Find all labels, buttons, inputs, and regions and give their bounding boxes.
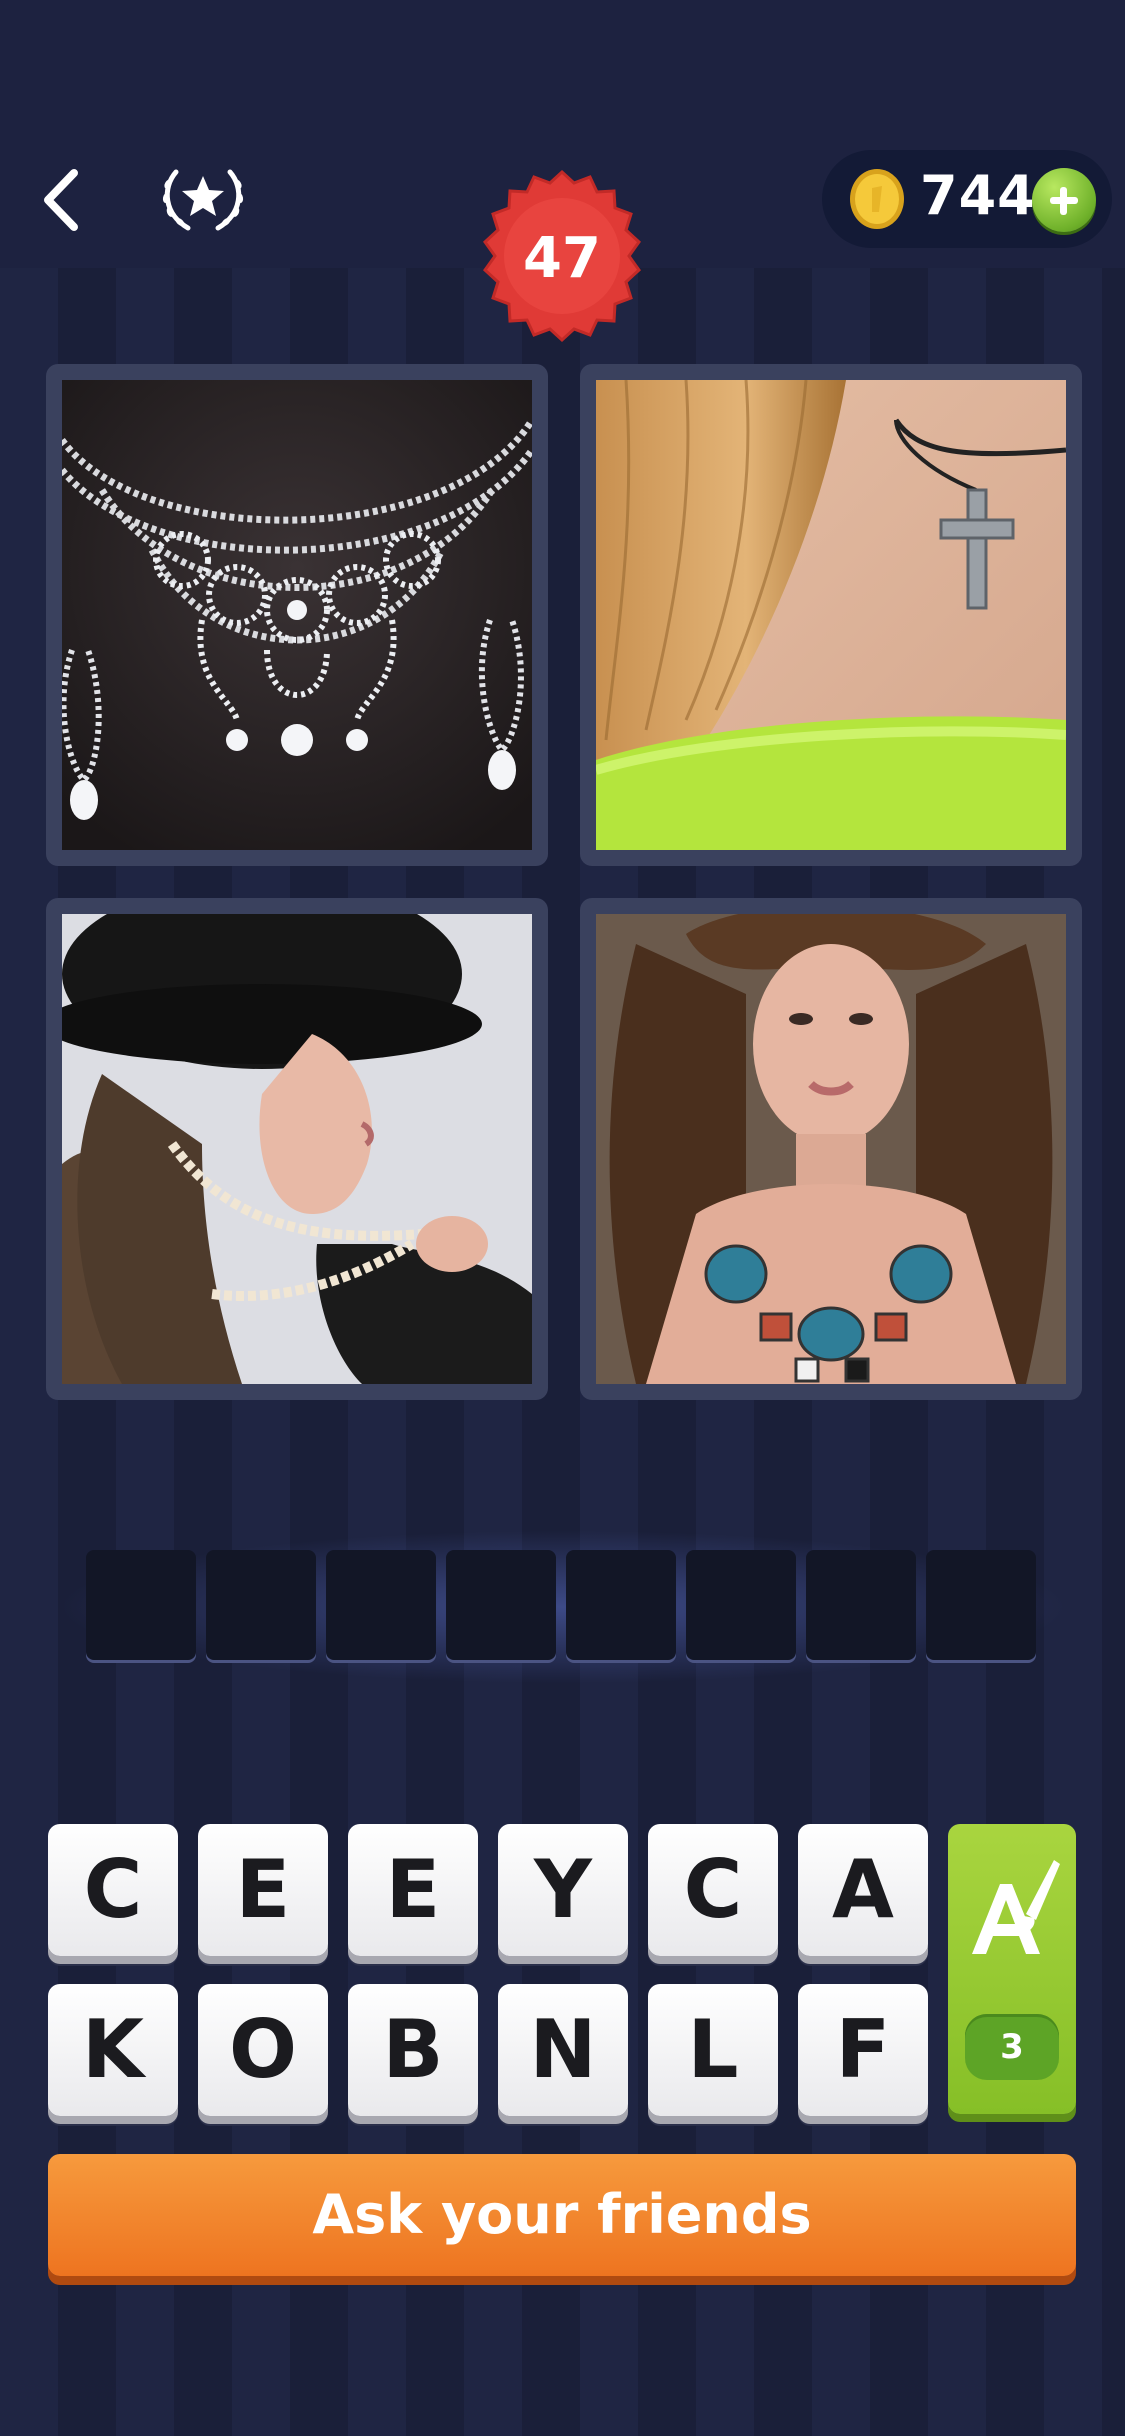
- answer-slot[interactable]: [566, 1550, 676, 1660]
- answer-slot[interactable]: [926, 1550, 1036, 1660]
- diamond-necklace-image: [62, 380, 532, 850]
- letter-key[interactable]: B: [348, 1984, 478, 2116]
- puzzle-image-4[interactable]: [580, 898, 1082, 1400]
- fur-hat-pearls-image: [62, 914, 532, 1384]
- stone-necklace-image: [596, 914, 1066, 1384]
- letter-key[interactable]: L: [648, 1984, 778, 2116]
- letter-key[interactable]: A: [798, 1824, 928, 1956]
- coin-count: 744: [920, 164, 1036, 227]
- letter-key[interactable]: C: [48, 1824, 178, 1956]
- answer-slot[interactable]: [326, 1550, 436, 1660]
- letter-key[interactable]: E: [348, 1824, 478, 1956]
- answer-slot[interactable]: [806, 1550, 916, 1660]
- letter-key[interactable]: E: [198, 1824, 328, 1956]
- plus-icon[interactable]: [1032, 168, 1096, 232]
- level-number: 47: [523, 226, 601, 291]
- laurel-star-icon[interactable]: [158, 158, 248, 238]
- letter-key[interactable]: Y: [498, 1824, 628, 1956]
- cross-pendant-image: [596, 380, 1066, 850]
- letter-key[interactable]: N: [498, 1984, 628, 2116]
- answer-slot[interactable]: [86, 1550, 196, 1660]
- puzzle-image-3[interactable]: [46, 898, 548, 1400]
- coin-balance[interactable]: 744: [822, 150, 1112, 248]
- letter-key[interactable]: F: [798, 1984, 928, 2116]
- puzzle-image-1[interactable]: [46, 364, 548, 866]
- puzzle-image-2[interactable]: [580, 364, 1082, 866]
- answer-slot[interactable]: [686, 1550, 796, 1660]
- gold-coin-icon: [850, 169, 904, 229]
- chevron-left-icon[interactable]: [34, 165, 94, 235]
- answer-row: [56, 1530, 1070, 1684]
- letter-key[interactable]: O: [198, 1984, 328, 2116]
- ask-your-friends-button[interactable]: Ask your friends: [48, 2154, 1076, 2276]
- hint-button[interactable]: 3: [948, 1824, 1076, 2114]
- letter-brush-icon: [972, 1860, 1060, 1954]
- letter-key[interactable]: C: [648, 1824, 778, 1956]
- hint-count-badge: 3: [965, 2014, 1059, 2080]
- answer-slot[interactable]: [446, 1550, 556, 1660]
- letter-key[interactable]: K: [48, 1984, 178, 2116]
- answer-slot[interactable]: [206, 1550, 316, 1660]
